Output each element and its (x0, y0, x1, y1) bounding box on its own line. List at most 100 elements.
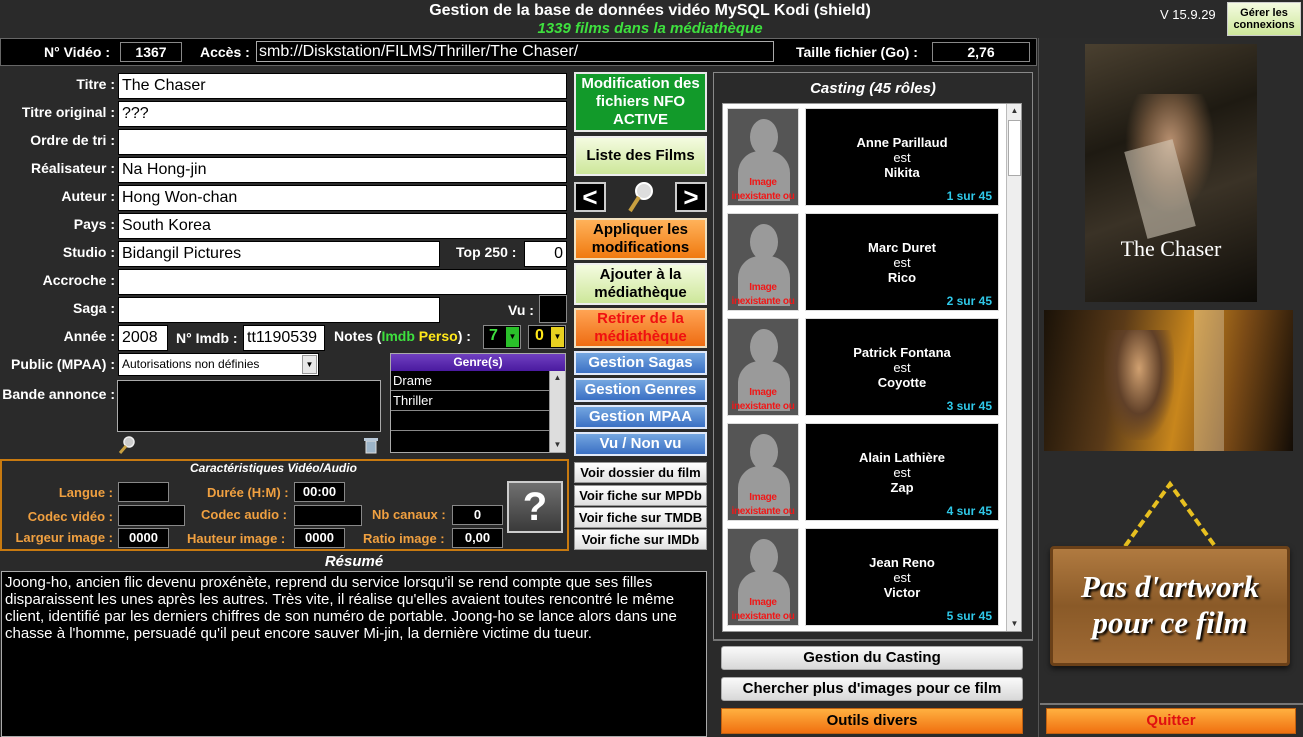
actor-placeholder-photo: Image inexistante ou inaccessible (727, 213, 799, 311)
cast-position: 5 sur 45 (946, 609, 992, 623)
mpaa-select[interactable]: Autorisations non définies ▼ (118, 353, 319, 376)
add-to-library-button[interactable]: Ajouter à la médiathèque (574, 263, 707, 305)
genres-list[interactable]: Genre(s) Drame Thriller ▲ ▼ (390, 353, 566, 453)
cast-entry[interactable]: Image inexistante ou inaccessible Anne P… (723, 108, 1007, 208)
tmdb-link-button[interactable]: Voir fiche sur TMDB (574, 507, 707, 528)
movie-poster[interactable]: The Chaser (1085, 44, 1257, 302)
genres-scrollbar[interactable]: ▲ ▼ (549, 371, 565, 452)
no-image-text: Image inexistante ou inaccessible (731, 177, 795, 202)
height-label: Hauteur image : (187, 531, 286, 546)
more-images-button[interactable]: Chercher plus d'images pour ce film (721, 677, 1023, 701)
cast-entry[interactable]: Image inexistante ou inaccessible Alain … (723, 423, 1007, 523)
previous-button[interactable]: < (574, 182, 606, 212)
director-field[interactable]: Na Hong-jin (118, 157, 567, 183)
casting-title: Casting (45 rôles) (810, 80, 936, 97)
manage-connections-button[interactable]: Gérer les connexions (1227, 2, 1301, 36)
next-button[interactable]: > (675, 182, 707, 212)
year-field[interactable]: 2008 (118, 325, 168, 351)
help-button[interactable]: ? (507, 481, 563, 533)
duration-label: Durée (H:M) : (207, 485, 289, 500)
cast-info: Marc Duret est Rico 2 sur 45 (805, 213, 999, 311)
saga-field[interactable] (118, 297, 440, 323)
manage-sagas-button[interactable]: Gestion Sagas (574, 351, 707, 375)
studio-label: Studio : (62, 244, 115, 260)
duration-field[interactable]: 00:00 (294, 482, 345, 502)
cast-entry[interactable]: Image inexistante ou inaccessible Marc D… (723, 213, 1007, 313)
imdb-link-button[interactable]: Voir fiche sur IMDb (574, 529, 707, 550)
sign-board: Pas d'artwork pour ce film (1050, 546, 1290, 666)
access-path-field[interactable]: smb://Diskstation/FILMS/Thriller/The Cha… (256, 41, 774, 62)
scroll-thumb[interactable] (1008, 120, 1021, 176)
video-no-field[interactable]: 1367 (120, 42, 182, 62)
search-trailer-icon[interactable] (118, 436, 136, 454)
casting-list[interactable]: Image inexistante ou inaccessible Anne P… (722, 103, 1022, 632)
summary-text: Joong-ho, ancien flic devenu proxénète, … (5, 574, 677, 642)
mpaa-label: Public (MPAA) : (11, 356, 115, 372)
tech-panel-title: Caractéristiques Vidéo/Audio (190, 461, 357, 475)
manage-mpaa-button[interactable]: Gestion MPAA (574, 405, 707, 429)
scroll-up-icon[interactable]: ▲ (1007, 104, 1021, 118)
personal-rating-select[interactable]: 0 ▼ (528, 325, 566, 349)
actor-name: Jean Reno (869, 555, 935, 570)
scroll-down-icon[interactable]: ▼ (1007, 617, 1021, 631)
seen-checkbox[interactable] (539, 295, 567, 323)
genre-item[interactable] (391, 411, 549, 431)
actor-placeholder-photo: Image inexistante ou inaccessible (727, 108, 799, 206)
chevron-down-icon: ▼ (302, 355, 317, 374)
notes-perso-label: Perso (418, 328, 458, 344)
cast-info: Alain Lathière est Zap 4 sur 45 (805, 423, 999, 521)
language-field[interactable] (118, 482, 169, 502)
tagline-field[interactable] (118, 269, 567, 295)
cast-info: Jean Reno est Victor 5 sur 45 (805, 528, 999, 626)
tools-button[interactable]: Outils divers (721, 708, 1023, 734)
cast-entry[interactable]: Image inexistante ou inaccessible Patric… (723, 318, 1007, 418)
no-image-text: Image inexistante ou inaccessible (731, 597, 795, 622)
nfo-toggle-button[interactable]: Modification des fichiers NFO ACTIVE (574, 72, 707, 132)
video-codec-label: Codec vidéo : (27, 509, 113, 524)
role-name: Nikita (884, 165, 920, 180)
ratio-field[interactable]: 0,00 (452, 528, 503, 548)
genre-item[interactable] (391, 431, 549, 451)
video-codec-field[interactable] (118, 505, 185, 526)
channels-field[interactable]: 0 (452, 505, 503, 525)
original-title-field[interactable]: ??? (118, 101, 567, 127)
sort-order-field[interactable] (118, 129, 567, 155)
remove-from-library-button[interactable]: Retirer de la médiathèque (574, 308, 707, 348)
manage-casting-button[interactable]: Gestion du Casting (721, 646, 1023, 670)
open-folder-button[interactable]: Voir dossier du film (574, 462, 707, 483)
casting-scrollbar[interactable]: ▲ ▼ (1006, 104, 1021, 631)
role-name: Coyotte (877, 375, 927, 390)
imdb-id-field[interactable]: tt1190539 (243, 325, 325, 351)
genre-item[interactable]: Drame (391, 371, 549, 391)
trash-icon[interactable] (362, 436, 380, 454)
manage-genres-button[interactable]: Gestion Genres (574, 378, 707, 402)
footer-divider-right (1040, 703, 1303, 705)
audio-codec-label: Codec audio : (201, 507, 287, 522)
width-field[interactable]: 0000 (118, 528, 169, 548)
summary-textarea[interactable]: Joong-ho, ancien flic devenu proxénète, … (1, 571, 707, 737)
filesize-field[interactable]: 2,76 (932, 42, 1030, 62)
channels-label: Nb canaux : (372, 507, 446, 522)
director-label: Réalisateur : (30, 160, 115, 176)
apply-changes-button[interactable]: Appliquer les modifications (574, 218, 707, 260)
cast-entry[interactable]: Image inexistante ou inaccessible Jean R… (723, 528, 1007, 628)
quit-button[interactable]: Quitter (1046, 708, 1296, 734)
country-field[interactable]: South Korea (118, 213, 567, 239)
no-image-text: Image inexistante ou inaccessible (731, 492, 795, 517)
height-field[interactable]: 0000 (294, 528, 345, 548)
author-field[interactable]: Hong Won-chan (118, 185, 567, 211)
mpdb-link-button[interactable]: Voir fiche sur MPDb (574, 485, 707, 506)
fanart-image[interactable] (1044, 310, 1293, 451)
seen-toggle-button[interactable]: Vu / Non vu (574, 432, 707, 456)
title-field[interactable]: The Chaser (118, 73, 567, 99)
app-title: Gestion de la base de données vidéo MySQ… (429, 2, 871, 19)
genre-item[interactable]: Thriller (391, 391, 549, 411)
imdb-rating-select[interactable]: 7 ▼ (483, 325, 521, 349)
role-name: Rico (887, 270, 917, 285)
trailer-field[interactable] (117, 380, 381, 432)
top250-field[interactable]: 0 (524, 241, 567, 267)
search-icon[interactable] (626, 181, 656, 213)
studio-field[interactable]: Bidangil Pictures (118, 241, 440, 267)
audio-codec-field[interactable] (294, 505, 362, 526)
films-list-button[interactable]: Liste des Films (574, 136, 707, 176)
